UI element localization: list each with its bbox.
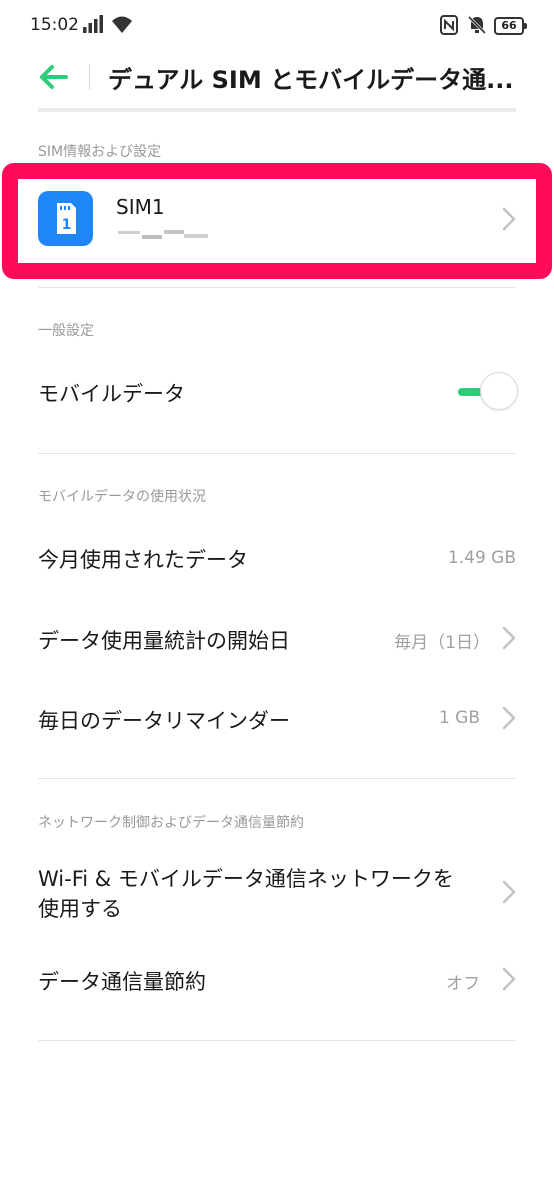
vibrate-mute-icon <box>467 15 487 35</box>
data-saver-label: データ通信量節約 <box>38 970 206 994</box>
section-label-sim: SIM情報および設定 <box>38 144 162 160</box>
section-label-network: ネットワーク制御およびデータ通信量節約 <box>38 815 304 831</box>
data-saver-row[interactable]: データ通信量節約 オフ <box>0 948 554 1010</box>
divider <box>38 1040 516 1041</box>
page-title: デュアル SIM とモバイルデータ通... <box>108 66 514 94</box>
wifi-mobile-network-label-line1: Wi-Fi & モバイルデータ通信ネットワークを <box>38 867 454 891</box>
wifi-icon <box>112 16 132 33</box>
stats-start-date-row[interactable]: データ使用量統計の開始日 毎月（1日） <box>0 607 554 669</box>
wifi-mobile-network-row[interactable]: Wi-Fi & モバイルデータ通信ネットワークを 使用する <box>0 852 554 932</box>
wifi-mobile-network-label: Wi-Fi & モバイルデータ通信ネットワークを 使用する <box>38 864 454 924</box>
toggle-thumb <box>480 372 518 410</box>
header-underline <box>38 108 516 112</box>
mobile-data-toggle[interactable] <box>456 372 518 412</box>
signal-icon <box>83 15 103 33</box>
stats-start-date-label: データ使用量統計の開始日 <box>38 629 290 653</box>
wifi-mobile-network-label-line2: 使用する <box>38 897 122 921</box>
daily-reminder-label: 毎日のデータリマインダー <box>38 709 290 733</box>
chevron-right-icon <box>502 706 516 730</box>
chevron-right-icon <box>502 880 516 904</box>
status-bar: 15:02 66 <box>0 0 554 54</box>
data-used-this-month-row[interactable]: 今月使用されたデータ 1.49 GB <box>0 526 554 588</box>
nfc-icon <box>440 15 458 35</box>
divider <box>38 287 516 288</box>
divider <box>38 453 516 454</box>
daily-data-reminder-row[interactable]: 毎日のデータリマインダー 1 GB <box>0 687 554 749</box>
app-header: デュアル SIM とモバイルデータ通... <box>0 54 554 110</box>
battery-icon: 66 <box>494 17 527 35</box>
data-saver-value: オフ <box>446 974 480 994</box>
divider <box>38 778 516 779</box>
data-used-value: 1.49 GB <box>447 548 516 568</box>
status-time: 15:02 <box>30 15 79 35</box>
header-separator <box>89 64 90 90</box>
chevron-right-icon <box>502 967 516 991</box>
chevron-right-icon <box>502 626 516 650</box>
section-label-general: 一般設定 <box>38 323 94 339</box>
daily-reminder-value: 1 GB <box>438 708 480 728</box>
section-label-usage: モバイルデータの使用状況 <box>38 489 206 505</box>
stats-start-date-value: 毎月（1日） <box>394 633 490 653</box>
mobile-data-label: モバイルデータ <box>38 382 185 406</box>
sim-row-highlight <box>2 163 552 279</box>
back-arrow-icon[interactable] <box>38 62 70 92</box>
data-used-label: 今月使用されたデータ <box>38 548 248 572</box>
